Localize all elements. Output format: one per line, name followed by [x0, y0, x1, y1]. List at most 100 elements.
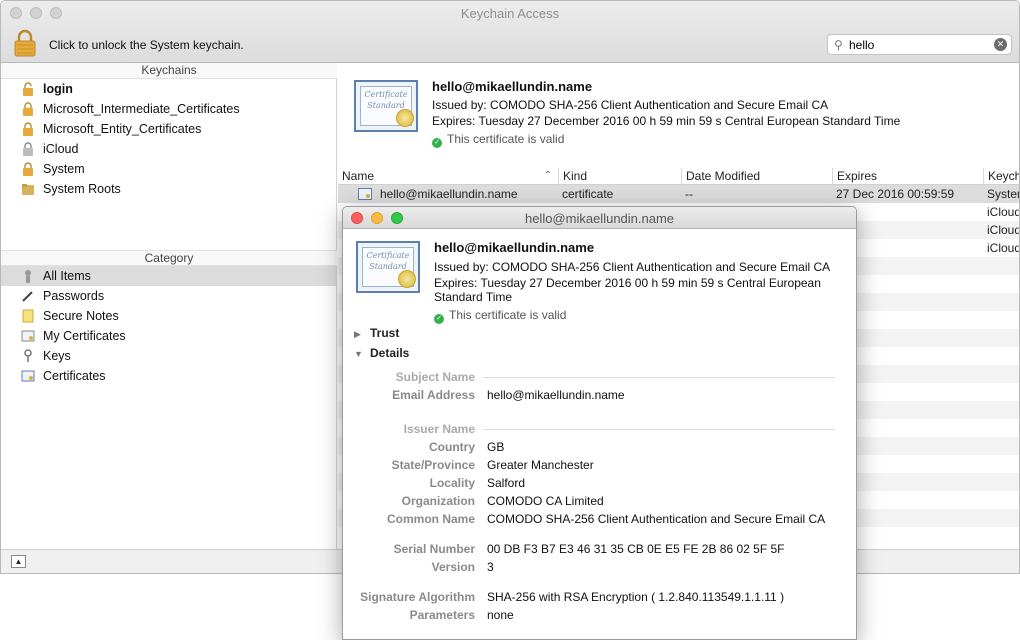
field-value: none — [487, 608, 514, 622]
info-window-title: hello@mikaellundin.name — [524, 211, 675, 226]
certificate-image: Certificate Standard — [354, 80, 418, 132]
sidebar-item-my-certificates[interactable]: My Certificates — [1, 326, 336, 346]
divider — [483, 429, 835, 430]
field-value: SHA-256 with RSA Encryption ( 1.2.840.11… — [487, 590, 785, 604]
cert-valid-status: ✓ This certificate is valid — [434, 308, 566, 324]
sidebar-item-label: System Roots — [43, 182, 121, 196]
field-label: Locality — [429, 476, 475, 490]
certificate-image: Certificate Standard — [356, 241, 420, 293]
folder-icon — [22, 184, 34, 195]
field-value: GB — [487, 440, 505, 454]
field-value: Salford — [487, 476, 526, 490]
sidebar-item-icloud[interactable]: iCloud — [1, 139, 336, 159]
sidebar-item-system[interactable]: System — [1, 159, 336, 179]
table-row[interactable]: hello@mikaellundin.name certificate -- 2… — [338, 185, 1020, 203]
certificate-icon — [21, 330, 35, 342]
window-title: Keychain Access — [460, 6, 560, 21]
sidebar-item-microsoft-entity[interactable]: Microsoft_Entity_Certificates — [1, 119, 336, 139]
cert-issued-by: Issued by: COMODO SHA-256 Client Authent… — [432, 98, 829, 112]
sort-ascending-icon: ⌃ — [543, 170, 552, 181]
cert-issued-by: Issued by: COMODO SHA-256 Client Authent… — [434, 260, 831, 274]
subject-name-heading: Subject Name — [395, 370, 475, 384]
trust-disclosure[interactable]: ▶ Trust — [354, 326, 399, 340]
cell-kind: certificate — [562, 187, 614, 201]
cell-keychain: iCloud — [987, 223, 1020, 237]
disclosure-right-icon: ▶ — [354, 329, 361, 339]
sidebar-item-passwords[interactable]: Passwords — [1, 286, 336, 306]
column-header-name[interactable]: Name ⌃ — [338, 168, 558, 185]
search-icon: ⚲ — [834, 38, 843, 52]
sidebar-item-label: Passwords — [43, 289, 105, 303]
field-label: Parameters — [409, 608, 475, 622]
seal-icon — [396, 109, 414, 127]
cert-name: hello@mikaellundin.name — [434, 240, 595, 255]
unlock-keychain-text[interactable]: Click to unlock the System keychain. — [49, 38, 244, 52]
note-icon — [22, 309, 34, 323]
column-header-expires[interactable]: Expires — [832, 168, 983, 185]
field-value: hello@mikaellundin.name — [487, 388, 625, 402]
search-field[interactable]: ⚲ ✕ — [827, 34, 1012, 55]
column-header-keychain[interactable]: Keych — [983, 168, 1019, 185]
field-label: Signature Algorithm — [360, 590, 475, 604]
field-value: COMODO SHA-256 Client Authentication and… — [487, 512, 826, 526]
cell-expires: 27 Dec 2016 00:59:59 — [836, 187, 955, 201]
column-header-date-modified[interactable]: Date Modified — [681, 168, 832, 185]
column-header-kind[interactable]: Kind — [558, 168, 681, 185]
sidebar-item-certificates[interactable]: Certificates — [1, 366, 336, 386]
info-toggle-button[interactable]: ▲ — [11, 555, 26, 568]
sidebar-item-keys[interactable]: Keys — [1, 346, 336, 366]
sidebar-item-label: Microsoft_Intermediate_Certificates — [43, 102, 240, 116]
sidebar: Keychains login Microsoft_Intermediate_C… — [1, 63, 337, 549]
disclosure-down-icon: ▼ — [354, 349, 363, 359]
certificate-icon — [358, 188, 372, 200]
padlock-icon — [23, 162, 33, 176]
sidebar-item-label: Certificates — [43, 369, 106, 383]
clear-search-icon[interactable]: ✕ — [994, 38, 1007, 51]
toolbar: Keychain Access Click to unlock the Syst… — [1, 1, 1019, 63]
sidebar-item-microsoft-intermediate[interactable]: Microsoft_Intermediate_Certificates — [1, 99, 336, 119]
category-header: Category — [1, 250, 337, 266]
cell-name: hello@mikaellundin.name — [380, 187, 518, 201]
field-label: State/Province — [391, 458, 475, 472]
certificate-icon — [21, 370, 35, 382]
field-label: Version — [431, 560, 475, 574]
cert-valid-status: ✓ This certificate is valid — [432, 132, 564, 148]
checkmark-icon: ✓ — [434, 314, 444, 324]
sidebar-item-label: System — [43, 162, 85, 176]
padlock-icon — [23, 102, 33, 116]
sidebar-item-label: Secure Notes — [43, 309, 119, 323]
cell-keychain: Syster — [987, 187, 1020, 201]
unlocked-padlock-icon — [23, 82, 33, 96]
field-label: Email Address — [392, 388, 475, 402]
divider — [483, 377, 835, 378]
all-items-icon — [25, 270, 31, 283]
issuer-name-heading: Issuer Name — [403, 422, 475, 436]
sidebar-item-all-items[interactable]: All Items — [1, 266, 336, 286]
keychains-header: Keychains — [1, 63, 337, 79]
padlock-icon — [23, 142, 33, 156]
field-value: COMODO CA Limited — [487, 494, 604, 508]
field-label: Serial Number — [393, 542, 475, 556]
details-disclosure[interactable]: ▼ Details — [354, 346, 409, 360]
sidebar-item-system-roots[interactable]: System Roots — [1, 179, 336, 199]
search-input[interactable] — [849, 37, 989, 52]
field-value: 3 — [487, 560, 494, 574]
sidebar-item-secure-notes[interactable]: Secure Notes — [1, 306, 336, 326]
pen-icon — [22, 291, 33, 302]
cert-expires: Expires: Tuesday 27 December 2016 00 h 5… — [434, 276, 821, 290]
field-value: Greater Manchester — [487, 458, 594, 472]
sidebar-item-label: Keys — [43, 349, 71, 363]
cell-keychain: iCloud — [987, 241, 1020, 255]
cert-name: hello@mikaellundin.name — [432, 79, 593, 94]
field-label: Organization — [401, 494, 475, 508]
checkmark-icon: ✓ — [432, 138, 442, 148]
field-label: Country — [429, 440, 475, 454]
certificate-info-window: hello@mikaellundin.name Certificate Stan… — [342, 206, 857, 640]
field-value: 00 DB F3 B7 E3 46 31 35 CB 0E E5 FE 2B 8… — [487, 542, 785, 556]
padlock-icon[interactable] — [13, 29, 37, 57]
cell-date-modified: -- — [685, 187, 693, 201]
field-label: Common Name — [386, 512, 475, 526]
sidebar-item-label: My Certificates — [43, 329, 126, 343]
sidebar-item-login[interactable]: login — [1, 79, 336, 99]
cert-expires: Expires: Tuesday 27 December 2016 00 h 5… — [432, 114, 901, 128]
